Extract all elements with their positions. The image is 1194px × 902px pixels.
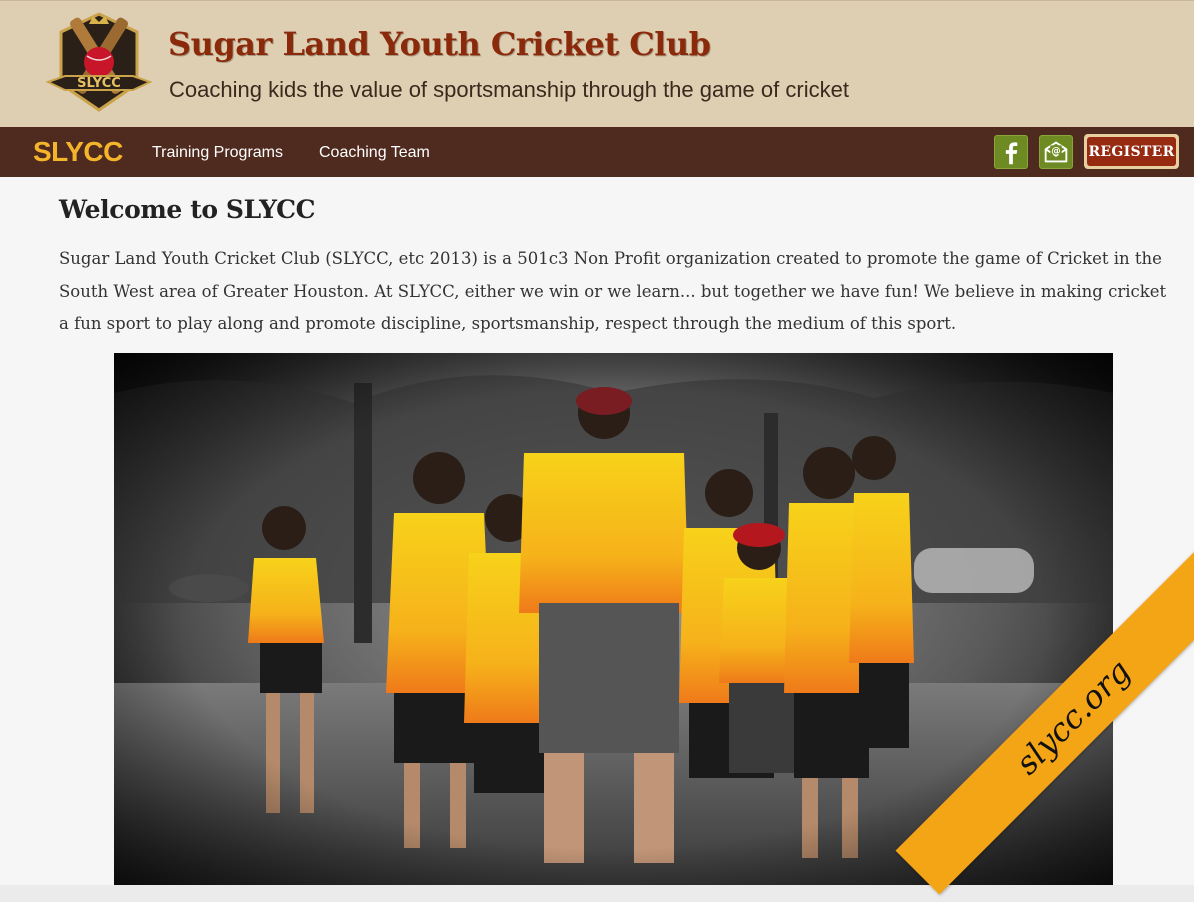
intro-paragraph: Sugar Land Youth Cricket Club (SLYCC, et… [59,249,1167,333]
svg-text:@: @ [1051,146,1060,157]
register-label: REGISTER [1087,137,1176,166]
logo-text: SLYCC [77,76,121,91]
site-tagline: Coaching kids the value of sportsmanship… [169,77,849,102]
register-button[interactable]: REGISTER [1084,134,1179,169]
nav-brand[interactable]: SLYCC [33,136,123,168]
site-title: Sugar Land Youth Cricket Club [168,25,711,63]
page-bottom-band [0,885,1194,902]
facebook-icon[interactable] [994,135,1028,169]
club-logo[interactable]: SLYCC [45,10,153,116]
masthead: SLYCC Sugar Land Youth Cricket Club Coac… [0,0,1194,127]
welcome-heading: Welcome to SLYCC [59,195,316,224]
main-navbar: SLYCC Training Programs Coaching Team @ [0,127,1194,177]
nav-link-training-programs[interactable]: Training Programs [152,144,283,162]
nav-link-coaching-team[interactable]: Coaching Team [319,144,430,162]
email-icon[interactable]: @ [1039,135,1073,169]
